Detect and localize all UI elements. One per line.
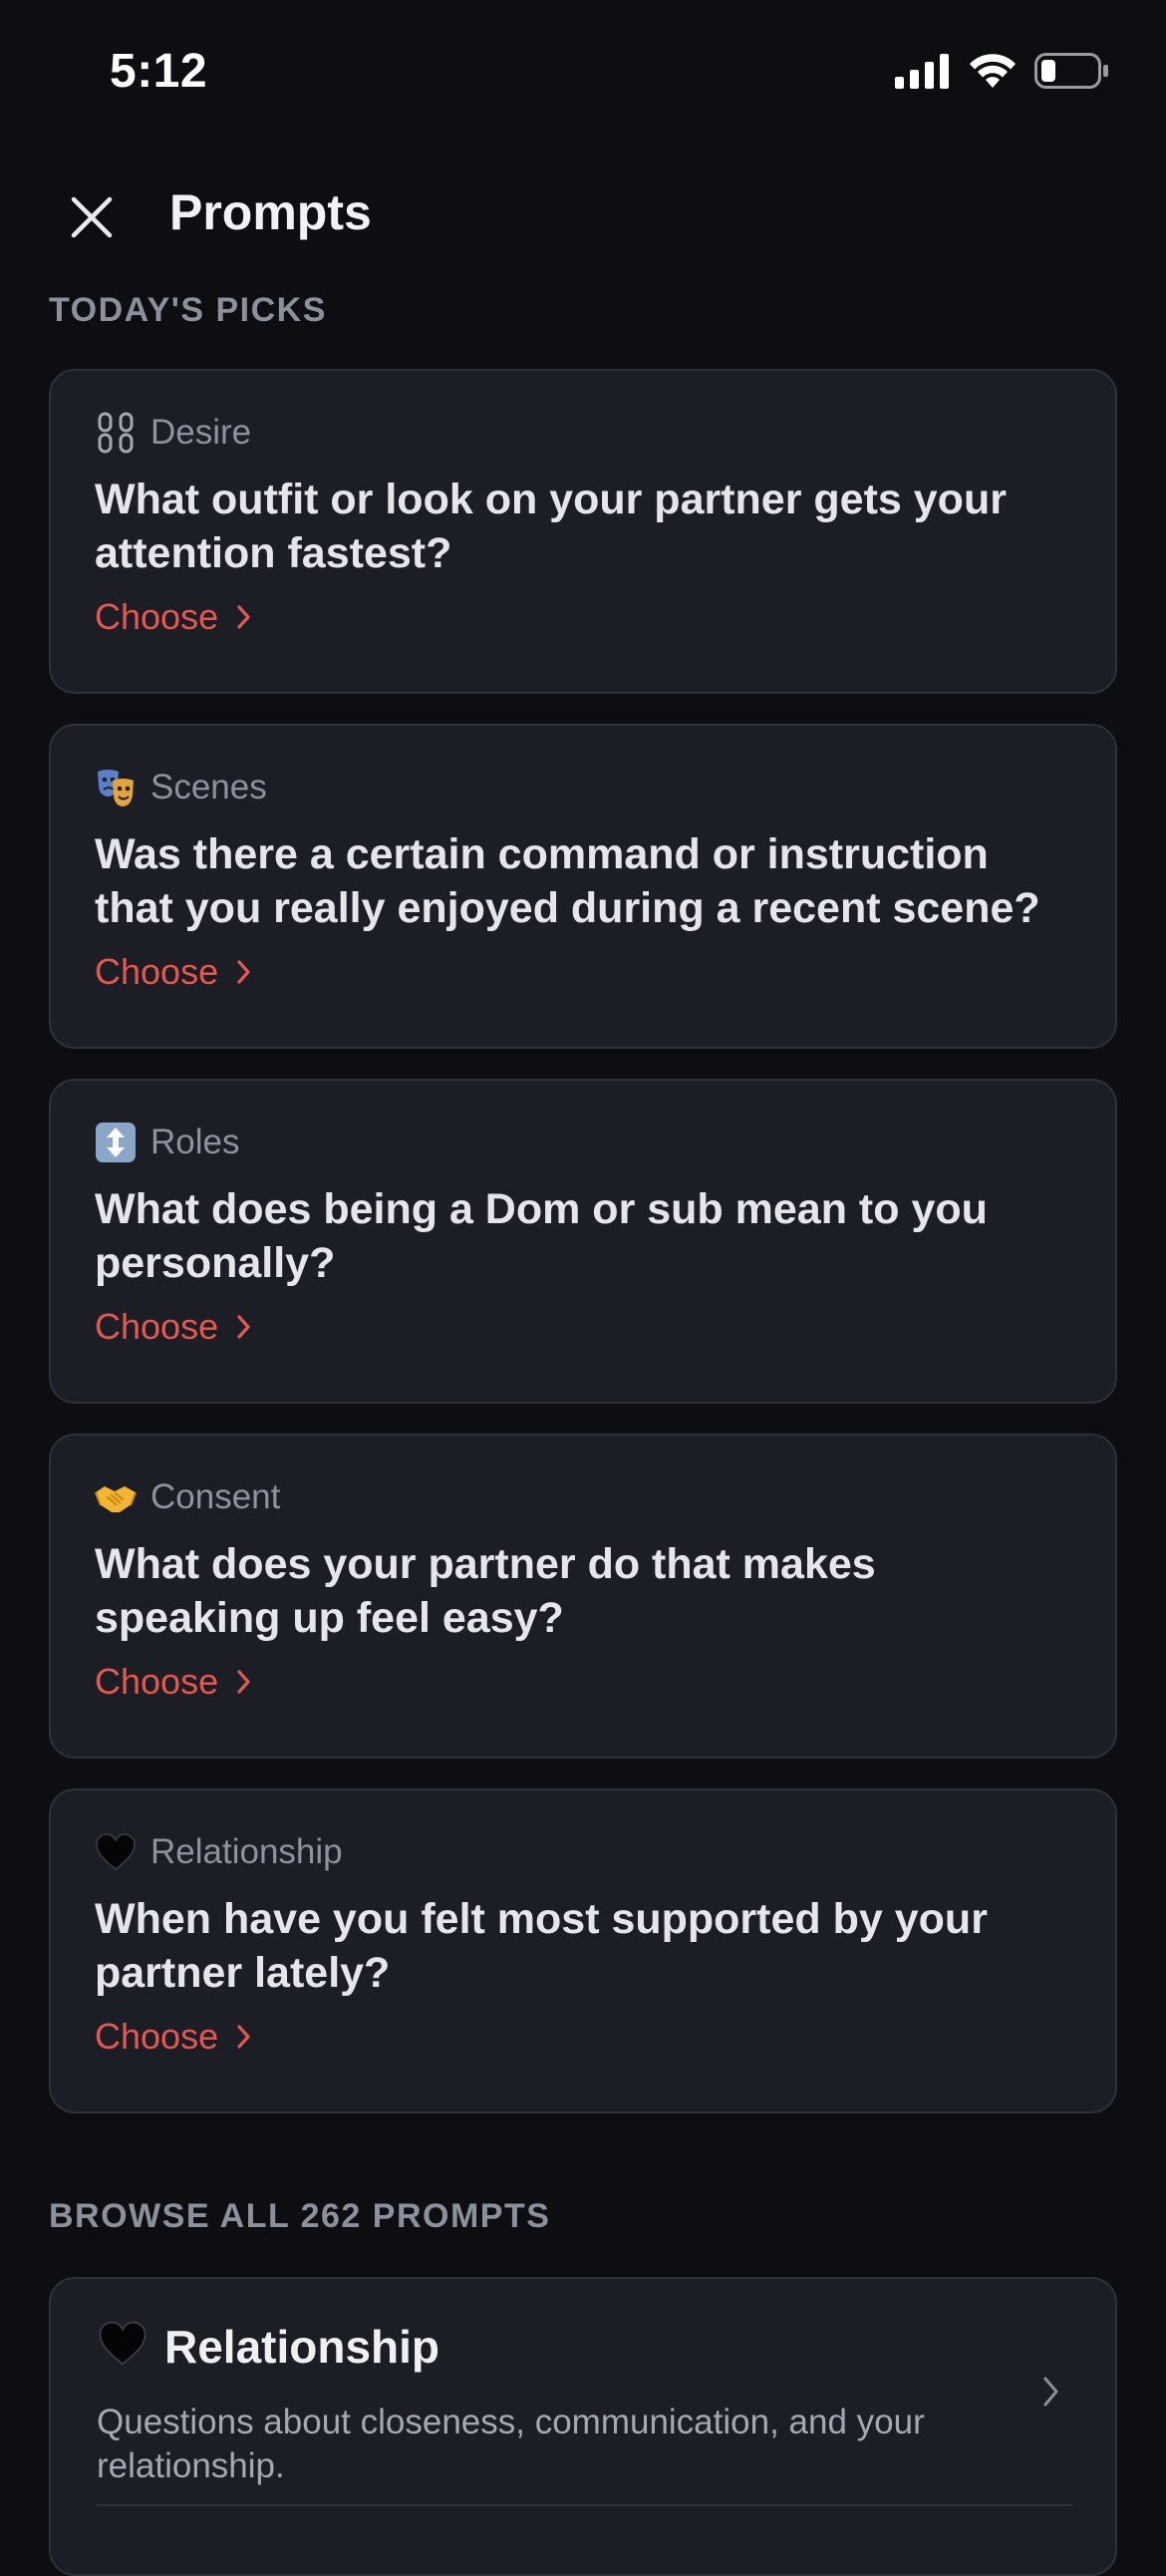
- card-category-label: Roles: [150, 1123, 240, 1161]
- card-question: When have you felt most supported by you…: [95, 1895, 988, 1997]
- battery-icon: [1034, 53, 1110, 94]
- choose-label: Choose: [95, 1661, 219, 1702]
- card-category: Scenes: [95, 766, 1071, 809]
- choose-label: Choose: [95, 2016, 219, 2057]
- chevron-right-icon: [237, 2025, 250, 2049]
- card-category: Desire: [95, 411, 1071, 455]
- chevron-right-icon: [237, 960, 250, 984]
- handshake-icon: [95, 1476, 137, 1518]
- card-category: Roles: [95, 1121, 1071, 1164]
- chevron-right-icon: [237, 1670, 250, 1694]
- category-row-relationship[interactable]: Relationship Questions about closeness, …: [49, 2277, 1117, 2576]
- status-bar: 5:12: [0, 0, 1166, 140]
- card-category-label: Consent: [150, 1477, 281, 1516]
- card-category: Consent: [95, 1475, 1071, 1519]
- card-question: What does your partner do that makes spe…: [95, 1540, 876, 1642]
- choose-label: Choose: [95, 596, 219, 637]
- category-title-row: Relationship: [97, 2319, 439, 2374]
- chevron-right-icon: [237, 605, 250, 629]
- card-question: What does being a Dom or sub mean to you…: [95, 1185, 988, 1287]
- theater-masks-icon: [95, 767, 137, 808]
- black-heart-icon: [95, 1831, 137, 1873]
- up-down-arrow-icon: [95, 1122, 137, 1163]
- prompt-card-scenes[interactable]: Scenes Was there a certain command or in…: [49, 724, 1117, 1049]
- choose-button[interactable]: Choose: [95, 596, 252, 638]
- prompt-card-desire[interactable]: Desire What outfit or look on your partn…: [49, 369, 1117, 694]
- header: Prompts: [0, 169, 1166, 261]
- page-title: Prompts: [169, 184, 372, 240]
- black-heart-icon: [97, 2319, 148, 2374]
- category-description: Questions about closeness, communication…: [97, 2403, 925, 2485]
- choose-label: Choose: [95, 951, 219, 992]
- divider: [97, 2504, 1073, 2506]
- todays-picks-list: Desire What outfit or look on your partn…: [49, 369, 1117, 2143]
- choose-button[interactable]: Choose: [95, 1661, 252, 1703]
- choose-button[interactable]: Choose: [95, 2016, 252, 2058]
- card-category: Relationship: [95, 1830, 1071, 1874]
- todays-picks-label: TODAY'S PICKS: [49, 291, 327, 329]
- close-icon: [71, 196, 113, 238]
- status-time: 5:12: [110, 45, 208, 98]
- prompt-card-consent[interactable]: Consent What does your partner do that m…: [49, 1434, 1117, 1759]
- choose-button[interactable]: Choose: [95, 951, 252, 993]
- browse-all-label: BROWSE ALL 262 PROMPTS: [49, 2197, 551, 2235]
- card-category-label: Scenes: [150, 768, 267, 806]
- prompt-card-roles[interactable]: Roles What does being a Dom or sub mean …: [49, 1079, 1117, 1404]
- choose-button[interactable]: Choose: [95, 1306, 252, 1348]
- choose-label: Choose: [95, 1306, 219, 1347]
- chevron-right-icon: [1041, 2375, 1061, 2414]
- prompt-card-relationship[interactable]: Relationship When have you felt most sup…: [49, 1788, 1117, 2113]
- close-button[interactable]: [62, 187, 122, 247]
- cellular-signal-icon: [895, 53, 951, 94]
- wifi-icon: [967, 52, 1019, 95]
- status-icons: [895, 52, 1110, 95]
- chains-icon: [95, 412, 137, 454]
- card-question: Was there a certain command or instructi…: [95, 830, 1040, 932]
- chevron-right-icon: [237, 1315, 250, 1339]
- category-title: Relationship: [164, 2320, 440, 2373]
- card-category-label: Relationship: [150, 1832, 343, 1871]
- card-question: What outfit or look on your partner gets…: [95, 476, 1007, 577]
- card-category-label: Desire: [150, 413, 252, 452]
